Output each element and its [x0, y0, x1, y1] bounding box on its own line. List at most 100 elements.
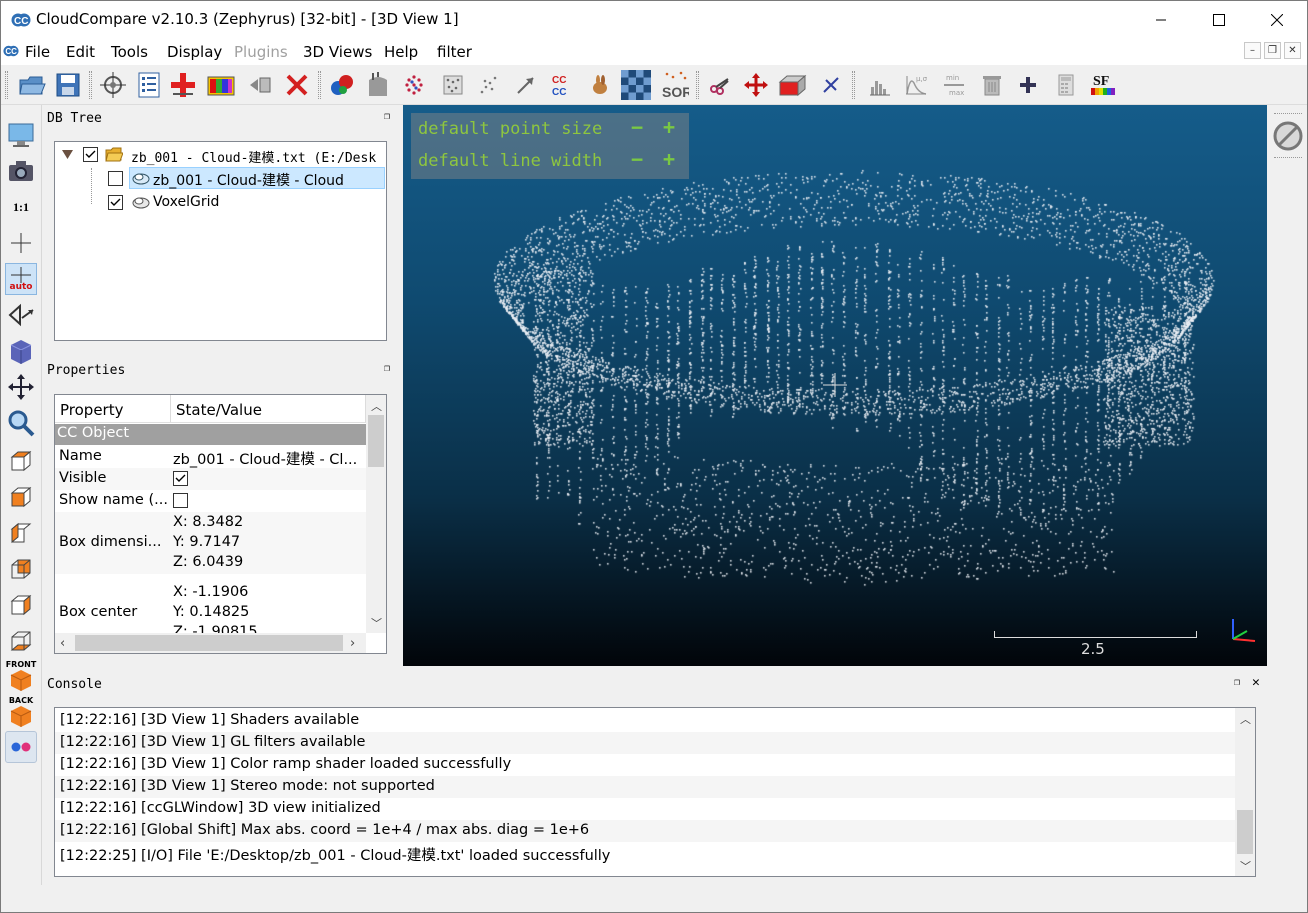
menu-help[interactable]: Help [384, 43, 418, 61]
mdi-minimize-button[interactable]: – [1244, 42, 1261, 59]
fullscreen-view-button[interactable] [5, 119, 37, 151]
cross-section-button[interactable] [777, 69, 807, 101]
properties-float-button[interactable]: ❐ [384, 363, 390, 374]
pan-button[interactable] [5, 371, 37, 403]
mdi-restore-button[interactable]: ❐ [1264, 42, 1281, 59]
normals-button[interactable] [363, 69, 393, 101]
scroll-down-icon[interactable]: ﹀ [1240, 858, 1251, 874]
prop-row-box-dimensions[interactable]: Box dimensi... X: 8.3482 Y: 9.7147 Z: 6.… [55, 512, 366, 574]
close-window-button[interactable] [1247, 1, 1307, 39]
view-right-button[interactable] [5, 589, 37, 621]
add-sf-button[interactable] [1013, 69, 1043, 101]
properties-vscrollbar[interactable]: ︿ ﹀ [366, 395, 386, 633]
segment-button[interactable] [511, 69, 541, 101]
calculator-button[interactable] [1051, 69, 1081, 101]
stereo-mode-button[interactable] [5, 731, 37, 763]
point-size-plus-button[interactable]: + [663, 115, 675, 139]
voxelgrid-checkbox[interactable] [108, 195, 123, 210]
col-header-value[interactable]: State/Value [171, 395, 366, 423]
point-pair-button[interactable] [816, 69, 846, 101]
cloudcompare-menu-icon[interactable]: CC [3, 43, 19, 59]
menu-plugins[interactable]: Plugins [234, 43, 288, 61]
maximize-button[interactable] [1189, 1, 1249, 39]
cloud-checkbox[interactable] [108, 171, 123, 186]
prop-row-show-name[interactable]: Show name (... [55, 490, 366, 512]
mesh-sampling-button[interactable] [438, 69, 468, 101]
3d-view[interactable]: default point size − + default line widt… [403, 105, 1267, 666]
snapshot-button[interactable] [5, 155, 37, 187]
scroll-right-icon[interactable]: › [350, 636, 355, 651]
registration-button[interactable] [327, 69, 357, 101]
zoom-1-1-button[interactable]: 1:1 [5, 191, 37, 223]
no-entry-icon[interactable] [1272, 120, 1304, 152]
scalar-field-button[interactable]: SF [1088, 69, 1118, 101]
scroll-down-icon[interactable]: ﹀ [371, 615, 382, 631]
mdi-close-button[interactable]: ✕ [1284, 42, 1301, 59]
minimize-button[interactable] [1131, 1, 1191, 39]
delete-button[interactable] [282, 69, 312, 101]
colored-sphere-button[interactable] [399, 69, 429, 101]
scroll-thumb[interactable] [1237, 810, 1253, 854]
sor-filter-button[interactable]: SOR [660, 69, 690, 101]
view-front-button[interactable] [5, 481, 37, 513]
console-close-button[interactable]: ✕ [1252, 675, 1260, 690]
view-top-button[interactable] [5, 445, 37, 477]
dbtree-float-button[interactable]: ❐ [384, 111, 390, 122]
cloud-cloud-distance-button[interactable]: CC CC [548, 69, 578, 101]
list-button[interactable] [134, 69, 164, 101]
zoom-button[interactable] [5, 407, 37, 439]
col-header-property[interactable]: Property [55, 395, 171, 423]
line-width-plus-button[interactable]: + [663, 147, 675, 171]
menu-tools[interactable]: Tools [111, 43, 148, 61]
menu-edit[interactable]: Edit [66, 43, 95, 61]
save-button[interactable] [53, 69, 83, 101]
scissors-button[interactable] [705, 69, 735, 101]
toolbar-grip[interactable] [5, 71, 8, 99]
menu-display[interactable]: Display [167, 43, 222, 61]
add-point-button[interactable] [168, 69, 198, 101]
scroll-up-icon[interactable]: ︿ [1240, 711, 1251, 727]
menu-file[interactable]: File [25, 43, 50, 61]
fit-distribution-button[interactable]: μ,σ [901, 69, 931, 101]
point-size-minus-button[interactable]: − [631, 115, 643, 139]
export-button[interactable] [246, 69, 276, 101]
view-bottom-button[interactable] [5, 625, 37, 657]
open-folder-button[interactable] [17, 69, 47, 101]
properties-hscrollbar[interactable]: ‹ › [55, 633, 366, 653]
iso-front-button[interactable]: FRONT [5, 659, 37, 691]
point-picking-button[interactable] [98, 69, 128, 101]
cloud-mesh-distance-button[interactable] [585, 69, 615, 101]
show-name-checkbox[interactable] [173, 493, 188, 508]
checkerboard-button[interactable] [621, 69, 651, 101]
scroll-left-icon[interactable]: ‹ [60, 636, 65, 651]
iso-back-button[interactable]: BACK [5, 695, 37, 727]
tree-item-voxelgrid[interactable]: VoxelGrid [105, 191, 386, 213]
translate-rotate-button[interactable] [741, 69, 771, 101]
histogram-button[interactable] [865, 69, 895, 101]
delete-sf-button[interactable] [977, 69, 1007, 101]
console-float-button[interactable]: ❐ [1234, 677, 1240, 688]
visible-checkbox[interactable] [173, 471, 188, 486]
console-vscrollbar[interactable]: ︿ ﹀ [1235, 708, 1255, 876]
view-left-button[interactable] [5, 517, 37, 549]
view-back-button[interactable] [5, 553, 37, 585]
prop-row-visible[interactable]: Visible [55, 468, 366, 490]
root-checkbox[interactable] [83, 147, 98, 162]
scalar-range-button[interactable]: min max [939, 69, 969, 101]
prop-row-name[interactable]: Name zb_001 - Cloud-建模 - Cl... [55, 446, 366, 468]
scroll-thumb[interactable] [368, 415, 384, 467]
perspective-button[interactable] [5, 299, 37, 331]
subsample-button[interactable] [474, 69, 504, 101]
lighting-button[interactable] [5, 335, 37, 367]
expand-arrow-icon[interactable] [62, 150, 73, 159]
scroll-up-icon[interactable]: ︿ [371, 398, 382, 414]
tree-item-root[interactable]: zb_001 - Cloud-建模.txt (E:/Desk [55, 144, 386, 166]
prop-row-box-center[interactable]: Box center X: -1.1906 Y: 0.14825 Z: -1.9… [55, 574, 366, 640]
hscroll-thumb[interactable] [75, 635, 343, 651]
render-to-image-button[interactable] [206, 69, 236, 101]
menu-filter[interactable]: filter [437, 43, 472, 61]
menu-3d-views[interactable]: 3D Views [303, 43, 372, 61]
line-width-minus-button[interactable]: − [631, 147, 643, 171]
center-button[interactable] [5, 227, 37, 259]
tree-item-cloud[interactable]: zb_001 - Cloud-建模 - Cloud [105, 167, 386, 189]
